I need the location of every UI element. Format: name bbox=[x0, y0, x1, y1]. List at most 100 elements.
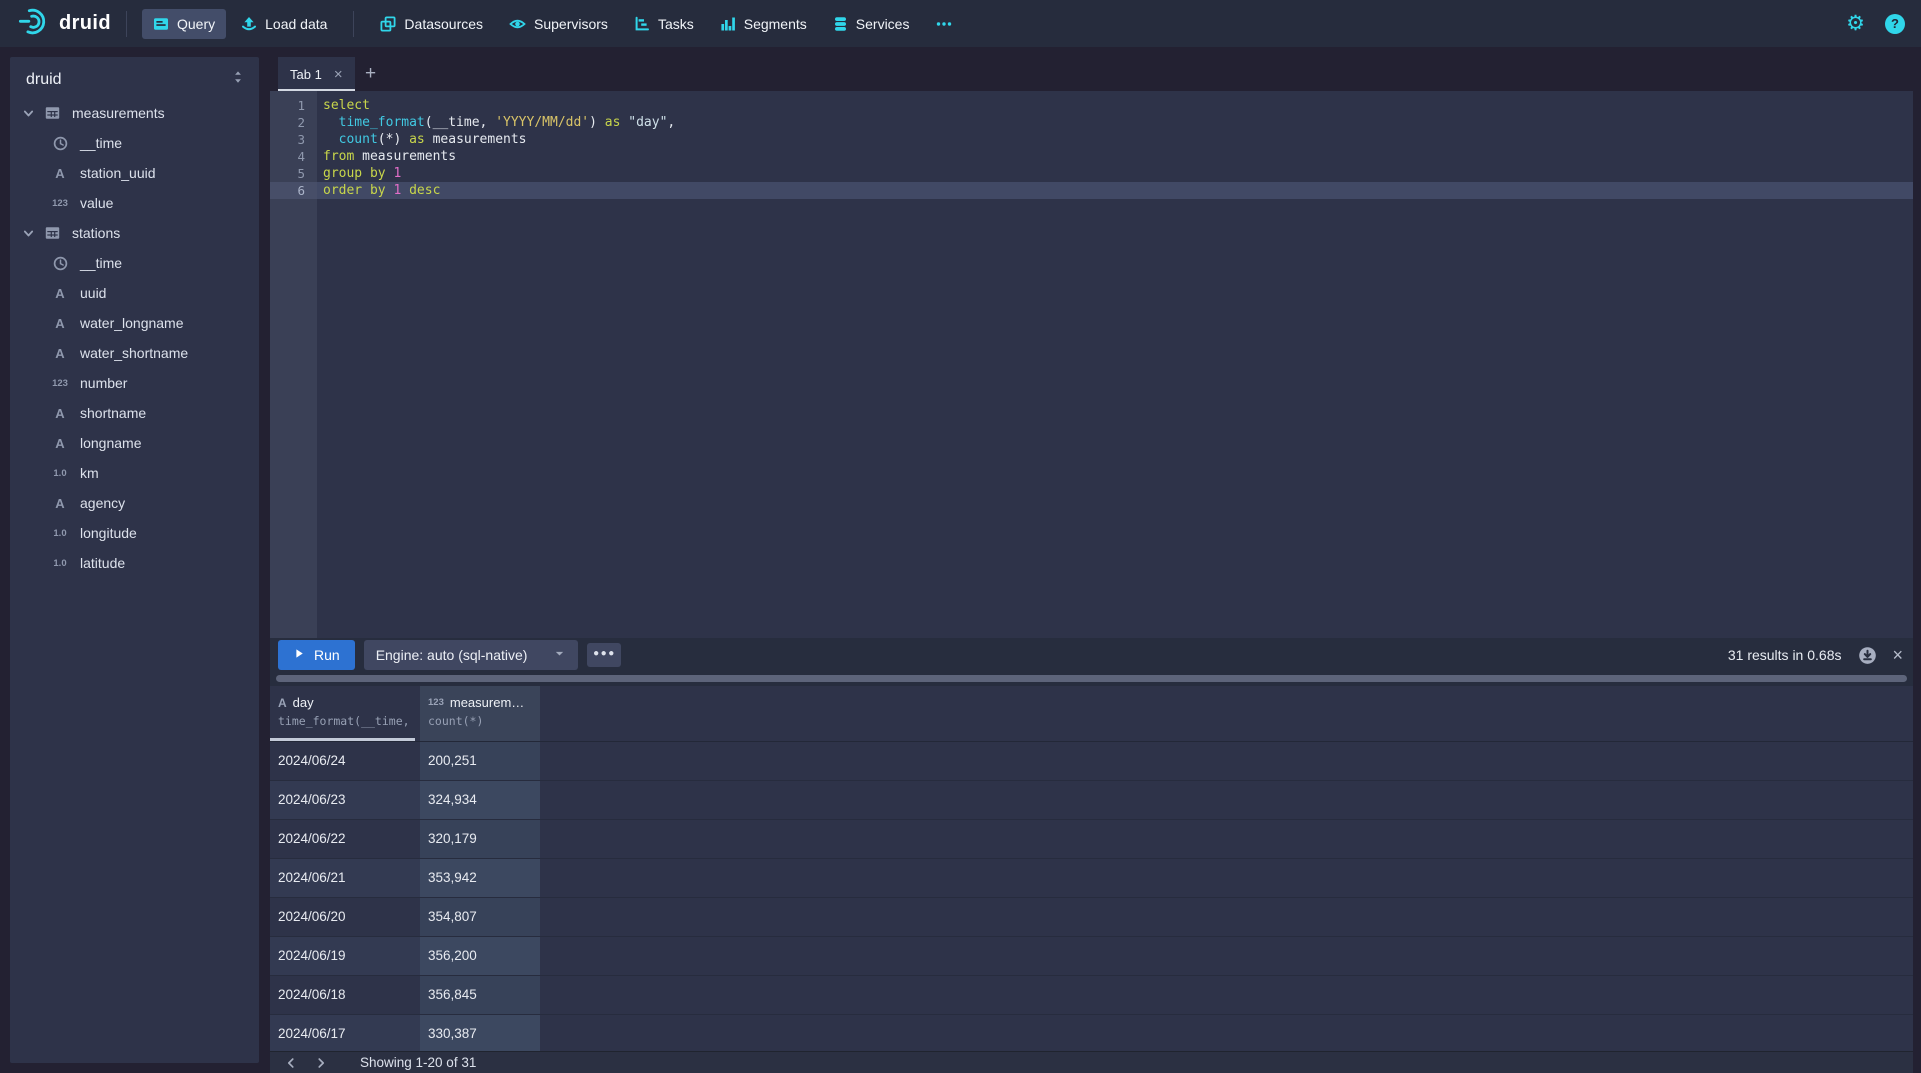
time-type-icon bbox=[48, 256, 72, 271]
nav-item-load-data[interactable]: Load data bbox=[230, 9, 338, 39]
add-tab-button[interactable]: + bbox=[355, 57, 387, 91]
string-type-icon: A bbox=[48, 286, 72, 301]
column-expression: count(*) bbox=[428, 714, 532, 728]
tree-column-longname[interactable]: Alongname bbox=[10, 428, 259, 458]
cell-measurements[interactable]: 356,200 bbox=[420, 937, 540, 975]
tree-column-number[interactable]: 123number bbox=[10, 368, 259, 398]
run-label: Run bbox=[314, 647, 340, 663]
table-row: 2024/06/18356,845 bbox=[270, 976, 1913, 1015]
tree-column-latitude[interactable]: 1.0latitude bbox=[10, 548, 259, 578]
string-type-icon: A bbox=[48, 316, 72, 331]
nav-item-segments[interactable]: Segments bbox=[709, 9, 818, 39]
column-expression: time_format(__time, … bbox=[278, 714, 412, 728]
tab-close-icon[interactable]: × bbox=[334, 67, 343, 82]
cell-measurements[interactable]: 356,845 bbox=[420, 976, 540, 1014]
sql-code[interactable]: select time_format(__time, 'YYYY/MM/dd')… bbox=[317, 91, 1913, 638]
cell-day[interactable]: 2024/06/20 bbox=[270, 898, 420, 936]
table-row: 2024/06/20354,807 bbox=[270, 898, 1913, 937]
help-icon[interactable]: ? bbox=[1885, 14, 1905, 34]
play-icon bbox=[293, 647, 305, 663]
tree-column-station-uuid[interactable]: Astation_uuid bbox=[10, 158, 259, 188]
brand-name: druid bbox=[59, 12, 111, 35]
sql-line-4[interactable]: from measurements bbox=[317, 148, 1913, 165]
run-bar: Run Engine: auto (sql-native) ●●● 31 res… bbox=[270, 638, 1913, 672]
tree-column-shortname[interactable]: Ashortname bbox=[10, 398, 259, 428]
cell-measurements[interactable]: 324,934 bbox=[420, 781, 540, 819]
tasks-icon bbox=[634, 16, 650, 32]
cell-day[interactable]: 2024/06/18 bbox=[270, 976, 420, 1014]
tree-column-uuid[interactable]: Auuid bbox=[10, 278, 259, 308]
next-page-button[interactable] bbox=[306, 1052, 336, 1073]
schema-name: druid bbox=[26, 71, 62, 89]
sql-line-6[interactable]: order by 1 desc bbox=[317, 182, 1913, 199]
engine-select-button[interactable]: Engine: auto (sql-native) bbox=[364, 640, 579, 670]
column-header-measurem-[interactable]: 123measurem…count(*) bbox=[420, 686, 540, 741]
nav-item-more[interactable] bbox=[924, 9, 964, 39]
sql-line-3[interactable]: count(*) as measurements bbox=[317, 131, 1913, 148]
tree-label: shortname bbox=[80, 405, 146, 421]
string-type-icon: A bbox=[278, 696, 287, 710]
tree-table-measurements[interactable]: measurements bbox=[10, 98, 259, 128]
nav-label: Tasks bbox=[658, 16, 694, 32]
run-button[interactable]: Run bbox=[278, 640, 355, 670]
sql-line-2[interactable]: time_format(__time, 'YYYY/MM/dd') as "da… bbox=[317, 114, 1913, 131]
tree-label: __time bbox=[80, 255, 122, 271]
tree-label: stations bbox=[72, 225, 120, 241]
settings-gear-icon[interactable]: ⚙ bbox=[1846, 13, 1865, 34]
tree-column-agency[interactable]: Aagency bbox=[10, 488, 259, 518]
schema-selector[interactable]: druid bbox=[10, 57, 259, 98]
chevron-down-icon[interactable] bbox=[22, 227, 40, 240]
float-type-icon: 1.0 bbox=[48, 468, 72, 479]
horizontal-scrollbar bbox=[270, 672, 1913, 686]
nav-divider bbox=[126, 11, 127, 37]
nav-item-services[interactable]: Services bbox=[822, 9, 921, 39]
tree-table-stations[interactable]: stations bbox=[10, 218, 259, 248]
cell-measurements[interactable]: 200,251 bbox=[420, 742, 540, 780]
cell-measurements[interactable]: 320,179 bbox=[420, 820, 540, 858]
top-navbar: druid QueryLoad data Datasources Supervis… bbox=[0, 0, 1921, 47]
results-rows: 2024/06/24200,2512024/06/23324,9342024/0… bbox=[270, 742, 1913, 1054]
tree-column--time[interactable]: __time bbox=[10, 128, 259, 158]
nav-item-query[interactable]: Query bbox=[142, 9, 226, 39]
cell-day[interactable]: 2024/06/24 bbox=[270, 742, 420, 780]
string-type-icon: A bbox=[48, 406, 72, 421]
tab-1[interactable]: Tab 1 × bbox=[278, 57, 355, 91]
cell-measurements[interactable]: 354,807 bbox=[420, 898, 540, 936]
close-results-icon[interactable]: × bbox=[1892, 645, 1903, 666]
tree-column-value[interactable]: 123value bbox=[10, 188, 259, 218]
sql-line-1[interactable]: select bbox=[317, 97, 1913, 114]
cell-day[interactable]: 2024/06/17 bbox=[270, 1015, 420, 1053]
cell-measurements[interactable]: 353,942 bbox=[420, 859, 540, 897]
druid-brand[interactable]: druid bbox=[18, 7, 111, 41]
tree-column-water-shortname[interactable]: Awater_shortname bbox=[10, 338, 259, 368]
nav-item-datasources[interactable]: Datasources bbox=[369, 9, 494, 39]
nav-divider bbox=[353, 11, 354, 37]
table-row: 2024/06/22320,179 bbox=[270, 820, 1913, 859]
table-row: 2024/06/21353,942 bbox=[270, 859, 1913, 898]
cell-day[interactable]: 2024/06/21 bbox=[270, 859, 420, 897]
prev-page-button[interactable] bbox=[276, 1052, 306, 1073]
nav-item-tasks[interactable]: Tasks bbox=[623, 9, 705, 39]
cell-day[interactable]: 2024/06/19 bbox=[270, 937, 420, 975]
table-icon bbox=[40, 225, 64, 241]
tree-column--time[interactable]: __time bbox=[10, 248, 259, 278]
nav-item-supervisors[interactable]: Supervisors bbox=[498, 9, 619, 39]
tree-column-km[interactable]: 1.0km bbox=[10, 458, 259, 488]
tab-label: Tab 1 bbox=[290, 67, 322, 82]
nav-label: Datasources bbox=[404, 16, 483, 32]
run-more-button[interactable]: ●●● bbox=[587, 643, 621, 667]
query-icon bbox=[153, 16, 169, 32]
tree-label: longname bbox=[80, 435, 142, 451]
tree-column-water-longname[interactable]: Awater_longname bbox=[10, 308, 259, 338]
tree-column-longitude[interactable]: 1.0longitude bbox=[10, 518, 259, 548]
cell-day[interactable]: 2024/06/22 bbox=[270, 820, 420, 858]
cell-day[interactable]: 2024/06/23 bbox=[270, 781, 420, 819]
line-number: 4 bbox=[270, 148, 317, 165]
scrollbar-thumb[interactable] bbox=[276, 675, 1907, 682]
cell-measurements[interactable]: 330,387 bbox=[420, 1015, 540, 1053]
sql-line-5[interactable]: group by 1 bbox=[317, 165, 1913, 182]
sql-editor[interactable]: 123456 select time_format(__time, 'YYYY/… bbox=[270, 91, 1913, 638]
chevron-down-icon[interactable] bbox=[22, 107, 40, 120]
download-results-icon[interactable] bbox=[1858, 646, 1877, 665]
column-header-day[interactable]: Adaytime_format(__time, … bbox=[270, 686, 420, 741]
